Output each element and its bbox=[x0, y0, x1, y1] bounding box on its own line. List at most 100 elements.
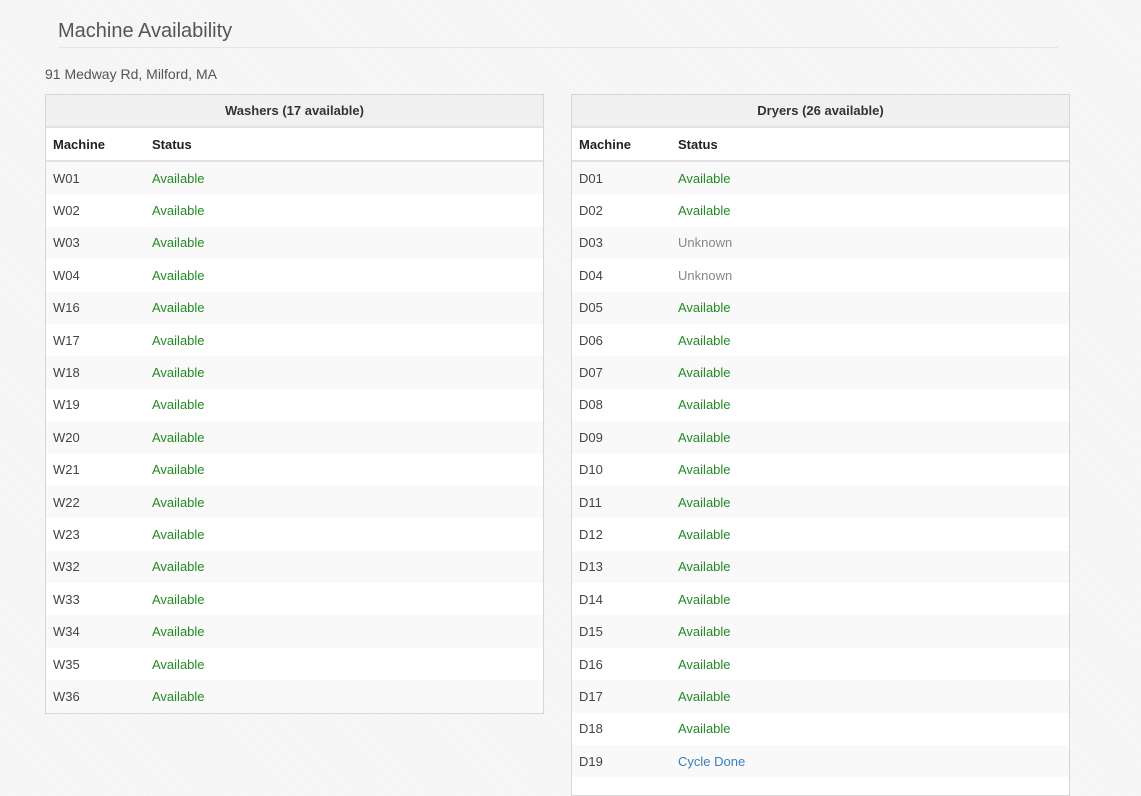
machine-status: Available bbox=[145, 161, 543, 195]
table-row: W23 Available bbox=[46, 518, 543, 551]
dryers-table: Machine Status D01 Available D02 Available D… bbox=[572, 128, 1069, 778]
table-row: W03 Available bbox=[46, 226, 543, 260]
table-row: W19 Available bbox=[46, 388, 543, 422]
table-row: D11 Available bbox=[572, 485, 1069, 519]
dryers-header-row: Machine Status bbox=[572, 128, 1069, 162]
machine-status: Available bbox=[145, 583, 543, 616]
machine-status: Available bbox=[145, 550, 543, 584]
washers-table-body: W01 Available W02 Available W03 Available W04 A… bbox=[46, 161, 543, 713]
table-row: D01 Available bbox=[572, 161, 1069, 195]
machine-id: W18 bbox=[46, 356, 145, 389]
washers-panel-heading: Washers (17 available) bbox=[46, 95, 543, 128]
machine-status: Available bbox=[671, 518, 1069, 551]
machine-status: Available bbox=[145, 421, 543, 454]
table-row: W34 Available bbox=[46, 615, 543, 648]
machine-id: D05 bbox=[572, 291, 671, 324]
machine-status: Available bbox=[671, 712, 1069, 746]
machine-status: Unknown bbox=[671, 226, 1069, 260]
table-row: W33 Available bbox=[46, 583, 543, 616]
dryers-col-machine: Machine bbox=[572, 128, 671, 162]
machine-id: D03 bbox=[572, 226, 671, 260]
machine-status: Available bbox=[671, 356, 1069, 389]
machine-status: Available bbox=[671, 583, 1069, 616]
machine-id: W03 bbox=[46, 226, 145, 260]
machine-id: W21 bbox=[46, 453, 145, 486]
table-row: D14 Available bbox=[572, 583, 1069, 616]
table-row: D03 Unknown bbox=[572, 226, 1069, 260]
table-row: D16 Available bbox=[572, 647, 1069, 681]
table-row: D10 Available bbox=[572, 453, 1069, 486]
table-row: W04 Available bbox=[46, 259, 543, 292]
table-row: W20 Available bbox=[46, 421, 543, 454]
machine-status: Available bbox=[671, 323, 1069, 357]
machine-status: Available bbox=[671, 161, 1069, 195]
machine-status: Available bbox=[145, 388, 543, 422]
table-row: D18 Available bbox=[572, 712, 1069, 746]
table-row: D13 Available bbox=[572, 550, 1069, 584]
washers-col-machine: Machine bbox=[46, 128, 145, 162]
machine-id: W16 bbox=[46, 291, 145, 324]
machine-status: Available bbox=[671, 485, 1069, 519]
machine-id: D18 bbox=[572, 712, 671, 746]
machine-id: W35 bbox=[46, 647, 145, 681]
machine-status: Available bbox=[671, 194, 1069, 227]
table-row: D04 Unknown bbox=[572, 259, 1069, 292]
machine-id: D06 bbox=[572, 323, 671, 357]
machine-status: Cycle Done bbox=[671, 745, 1069, 778]
machine-id: D11 bbox=[572, 485, 671, 519]
machine-id: D17 bbox=[572, 680, 671, 713]
machine-status: Available bbox=[145, 518, 543, 551]
machine-status: Available bbox=[671, 550, 1069, 584]
machine-status: Available bbox=[671, 421, 1069, 454]
table-row: D06 Available bbox=[572, 323, 1069, 357]
table-row: W35 Available bbox=[46, 647, 543, 681]
dryers-panel-heading: Dryers (26 available) bbox=[572, 95, 1069, 128]
machine-status: Available bbox=[671, 680, 1069, 713]
machine-status: Available bbox=[145, 615, 543, 648]
machine-status: Available bbox=[145, 453, 543, 486]
machine-id: W23 bbox=[46, 518, 145, 551]
machine-id: W19 bbox=[46, 388, 145, 422]
machine-status: Available bbox=[671, 615, 1069, 648]
machine-status: Available bbox=[145, 323, 543, 357]
machine-status: Available bbox=[671, 291, 1069, 324]
table-row: W18 Available bbox=[46, 356, 543, 389]
machine-status: Available bbox=[145, 291, 543, 324]
machine-id: W22 bbox=[46, 485, 145, 519]
table-row: D05 Available bbox=[572, 291, 1069, 324]
machine-id: D09 bbox=[572, 421, 671, 454]
dryers-col-status: Status bbox=[671, 128, 1069, 162]
table-row: W02 Available bbox=[46, 194, 543, 227]
machine-id: D08 bbox=[572, 388, 671, 422]
dryers-panel: Dryers (26 available) Machine Status D01… bbox=[571, 94, 1070, 796]
table-row: D02 Available bbox=[572, 194, 1069, 227]
machine-id: D19 bbox=[572, 745, 671, 778]
table-row: W17 Available bbox=[46, 323, 543, 357]
washers-panel: Washers (17 available) Machine Status W0… bbox=[45, 94, 544, 714]
machine-id: D10 bbox=[572, 453, 671, 486]
location-address: 91 Medway Rd, Milford, MA bbox=[45, 66, 217, 82]
dryers-table-body: D01 Available D02 Available D03 Unknown D04 Unk… bbox=[572, 161, 1069, 778]
machine-id: D14 bbox=[572, 583, 671, 616]
machine-status: Available bbox=[145, 485, 543, 519]
table-row: D12 Available bbox=[572, 518, 1069, 551]
machine-id: W32 bbox=[46, 550, 145, 584]
machine-id: W01 bbox=[46, 161, 145, 195]
table-row: W36 Available bbox=[46, 680, 543, 713]
machine-status: Available bbox=[145, 226, 543, 260]
machine-id: W17 bbox=[46, 323, 145, 357]
machine-id: W02 bbox=[46, 194, 145, 227]
machine-id: D07 bbox=[572, 356, 671, 389]
washers-table: Machine Status W01 Available W02 Available W… bbox=[46, 128, 543, 713]
table-row: W01 Available bbox=[46, 161, 543, 195]
table-row: W32 Available bbox=[46, 550, 543, 584]
machine-id: W04 bbox=[46, 259, 145, 292]
table-row: W21 Available bbox=[46, 453, 543, 486]
machine-status: Unknown bbox=[671, 259, 1069, 292]
machine-id: W20 bbox=[46, 421, 145, 454]
table-row: D15 Available bbox=[572, 615, 1069, 648]
table-row: D07 Available bbox=[572, 356, 1069, 389]
machine-status: Available bbox=[145, 194, 543, 227]
table-row: D09 Available bbox=[572, 421, 1069, 454]
table-row: D08 Available bbox=[572, 388, 1069, 422]
